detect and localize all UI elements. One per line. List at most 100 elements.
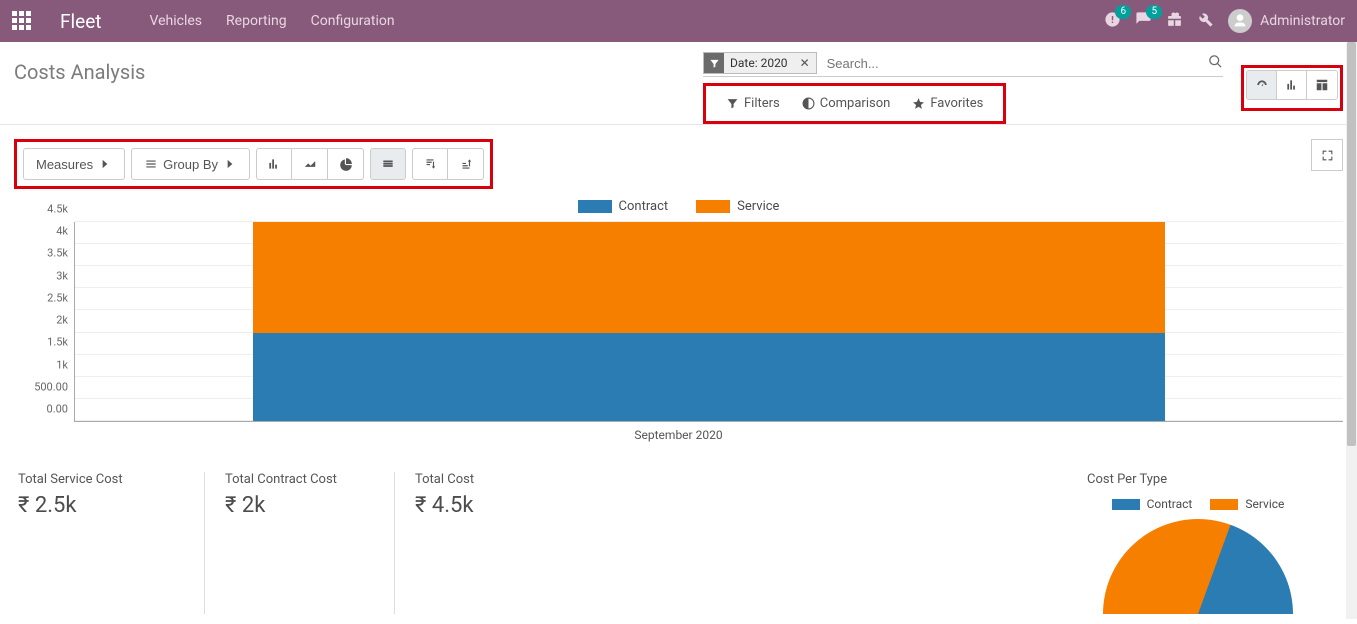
y-tick: 500.00 xyxy=(34,380,68,393)
chat-icon[interactable]: 5 xyxy=(1135,11,1152,32)
y-tick: 3.5k xyxy=(47,247,68,260)
measures-label: Measures xyxy=(36,157,93,172)
card-contract: Total Contract Cost ₹ 2k xyxy=(204,472,394,614)
card-service: Total Service Cost ₹ 2.5k xyxy=(14,472,204,614)
facet-remove-icon[interactable]: ✕ xyxy=(794,56,816,70)
card-service-title: Total Service Cost xyxy=(18,472,184,487)
groupby-label: Group By xyxy=(163,157,218,172)
measures-button[interactable]: Measures xyxy=(23,148,125,180)
bar-segment-service[interactable] xyxy=(253,222,1166,333)
bar-chart: 0.00500.001k1.5k2k2.5k3k3.5k4k4.5k xyxy=(14,222,1343,422)
gift-icon[interactable] xyxy=(1166,11,1183,32)
filter-icon xyxy=(704,53,724,73)
sort-desc-button[interactable] xyxy=(412,148,448,180)
view-graph-button[interactable] xyxy=(1277,71,1307,99)
bar-chart-button[interactable] xyxy=(256,148,292,180)
wrench-icon[interactable] xyxy=(1197,11,1214,32)
filters-button[interactable]: Filters xyxy=(726,96,780,111)
plot-area xyxy=(74,222,1343,422)
view-pivot-button[interactable] xyxy=(1307,71,1337,99)
search-options: Filters Comparison Favorites xyxy=(716,90,993,117)
search-options-highlight: Filters Comparison Favorites xyxy=(703,83,1006,124)
view-switcher xyxy=(1246,70,1338,100)
apps-icon[interactable] xyxy=(12,11,32,31)
y-tick: 2.5k xyxy=(47,291,68,304)
cpt-legend-service[interactable]: Service xyxy=(1210,497,1284,511)
filters-label: Filters xyxy=(744,96,780,111)
toolbar-highlight: Measures Group By xyxy=(14,139,493,189)
comparison-label: Comparison xyxy=(820,96,891,111)
swatch-service xyxy=(696,200,730,213)
y-axis: 0.00500.001k1.5k2k2.5k3k3.5k4k4.5k xyxy=(14,222,74,422)
cpt-title: Cost Per Type xyxy=(1053,472,1343,487)
legend-item-contract[interactable]: Contract xyxy=(578,199,669,214)
y-tick: 1.5k xyxy=(47,336,68,349)
nav-vehicles[interactable]: Vehicles xyxy=(150,13,203,29)
y-tick: 1k xyxy=(56,358,68,371)
metric-cards: Total Service Cost ₹ 2.5k Total Contract… xyxy=(0,452,1357,624)
y-tick: 3k xyxy=(56,269,68,282)
cpt-legend-contract[interactable]: Contract xyxy=(1112,497,1193,511)
card-total-value: ₹ 4.5k xyxy=(415,493,564,518)
search-icon[interactable] xyxy=(1208,54,1223,73)
pie-chart-button[interactable] xyxy=(328,148,364,180)
chart-legend: Contract Service xyxy=(14,195,1343,222)
favorites-label: Favorites xyxy=(930,96,983,111)
toolbar-row: Measures Group By xyxy=(0,125,1357,195)
groupby-button[interactable]: Group By xyxy=(131,148,250,180)
cpt-legend-contract-label: Contract xyxy=(1147,497,1193,511)
comparison-button[interactable]: Comparison xyxy=(802,96,891,111)
swatch-contract xyxy=(578,200,612,213)
y-tick: 2k xyxy=(56,314,68,327)
nav-configuration[interactable]: Configuration xyxy=(311,13,395,29)
user-menu[interactable]: Administrator xyxy=(1228,9,1345,33)
control-row: Costs Analysis Date: 2020 ✕ Filters xyxy=(0,42,1357,125)
swatch-service xyxy=(1210,499,1238,510)
legend-label-service: Service xyxy=(737,199,779,214)
y-tick: 4k xyxy=(56,225,68,238)
view-switch-highlight xyxy=(1241,65,1343,111)
y-tick: 0.00 xyxy=(47,403,68,416)
cost-per-type: Cost Per Type Contract Service xyxy=(1053,472,1343,614)
page-title: Costs Analysis xyxy=(14,52,145,84)
card-contract-title: Total Contract Cost xyxy=(225,472,374,487)
sort-asc-button[interactable] xyxy=(448,148,484,180)
activity-badge: 6 xyxy=(1115,5,1131,19)
expand-button[interactable] xyxy=(1311,139,1343,171)
search-area: Date: 2020 ✕ Filters Comparison xyxy=(703,52,1223,124)
pie-wrap xyxy=(1053,519,1343,614)
card-total-title: Total Cost xyxy=(415,472,564,487)
swatch-contract xyxy=(1112,499,1140,510)
list-icon xyxy=(144,157,158,171)
y-tick: 4.5k xyxy=(47,203,68,216)
chart-section: Contract Service 0.00 500.00 1k 1.5k 2k 2.5k 3… xyxy=(0,195,1357,452)
view-dashboard-button[interactable] xyxy=(1247,71,1277,99)
legend-item-service[interactable]: Service xyxy=(696,199,779,214)
cpt-legend-service-label: Service xyxy=(1245,497,1284,511)
scrollbar[interactable] xyxy=(1346,42,1357,619)
x-axis-label: September 2020 xyxy=(14,422,1343,442)
cpt-legend: Contract Service xyxy=(1053,497,1343,511)
expand-wrap xyxy=(1311,139,1343,189)
search-facet-date: Date: 2020 ✕ xyxy=(703,52,817,74)
avatar-icon xyxy=(1228,9,1252,33)
bar-segment-contract[interactable] xyxy=(253,333,1166,421)
search-bar[interactable]: Date: 2020 ✕ xyxy=(703,52,1223,77)
pie-chart xyxy=(1103,519,1293,614)
scrollbar-thumb[interactable] xyxy=(1347,42,1356,446)
nav-right: 6 5 Administrator xyxy=(1104,9,1345,33)
nav-reporting[interactable]: Reporting xyxy=(226,13,287,29)
search-input[interactable] xyxy=(823,54,1223,73)
card-service-value: ₹ 2.5k xyxy=(18,493,184,518)
activity-icon[interactable]: 6 xyxy=(1104,11,1121,32)
line-chart-button[interactable] xyxy=(292,148,328,180)
legend-label-contract: Contract xyxy=(619,199,669,214)
favorites-button[interactable]: Favorites xyxy=(912,96,983,111)
brand[interactable]: Fleet xyxy=(60,10,102,33)
stacked-button[interactable] xyxy=(370,148,406,180)
caret-right-icon xyxy=(98,157,112,171)
username-label: Administrator xyxy=(1260,13,1345,29)
card-contract-value: ₹ 2k xyxy=(225,493,374,518)
top-navbar: Fleet Vehicles Reporting Configuration 6… xyxy=(0,0,1357,42)
nav-items: Vehicles Reporting Configuration xyxy=(150,13,395,29)
